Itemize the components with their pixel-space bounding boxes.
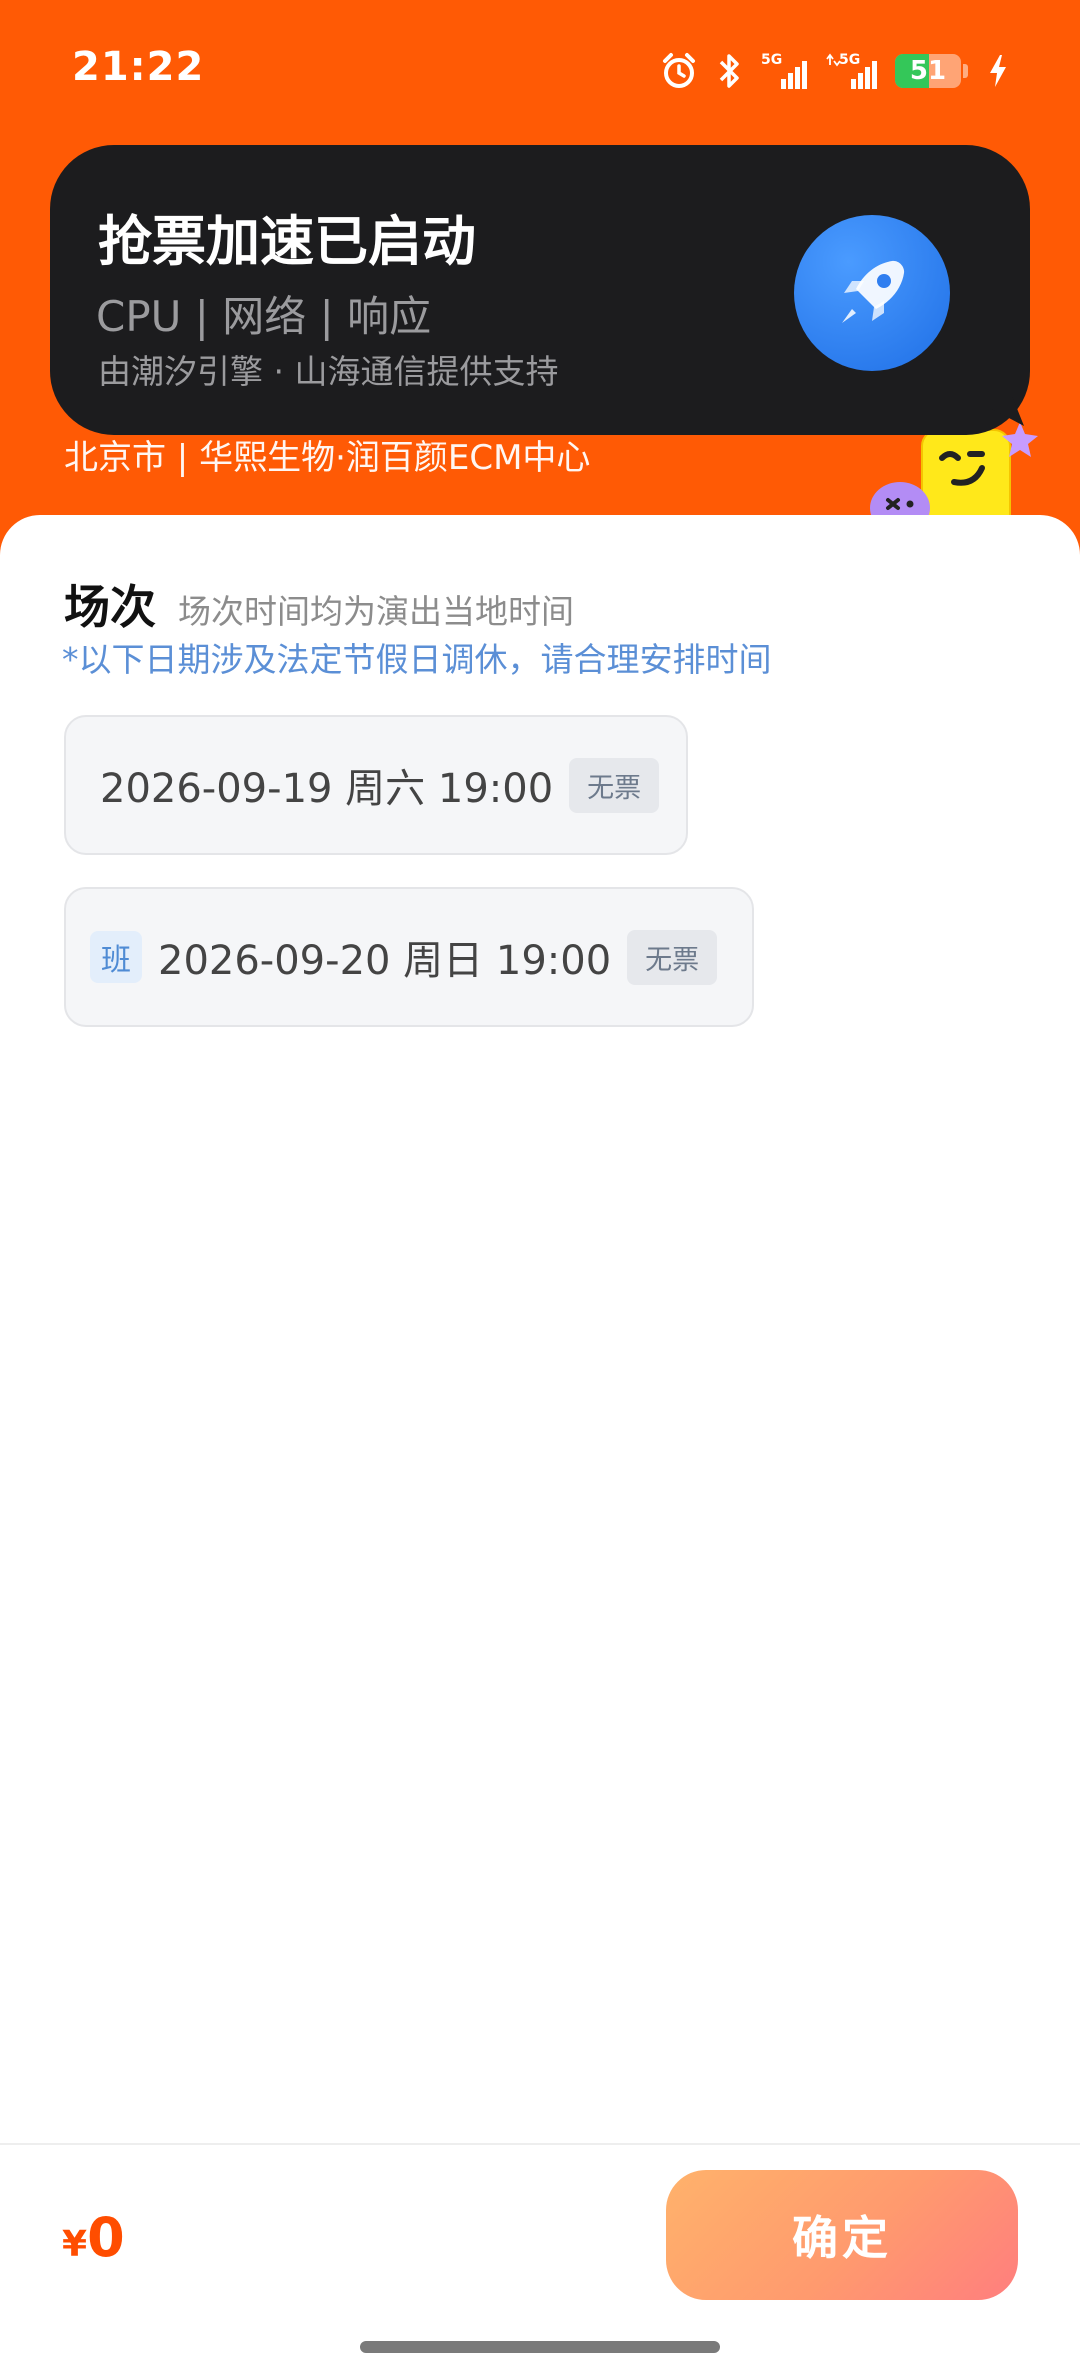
section-title: 场次 (64, 580, 156, 634)
price-amount: 0 (87, 2206, 125, 2269)
signal-5g-icon-2: 5G (825, 51, 877, 91)
svg-text:5G: 5G (839, 52, 860, 68)
sold-out-tag: 无票 (569, 757, 660, 813)
svg-text:5G: 5G (761, 52, 782, 68)
signal-5g-icon-1: 5G (761, 51, 807, 91)
battery-level: 51 (909, 56, 947, 86)
status-bar: 21:22 5G 5G 51 (0, 0, 1080, 140)
status-icons: 5G 5G 51 (659, 48, 1010, 94)
boost-metrics: CPU | 网络 | 响应 (96, 292, 432, 341)
confirm-button[interactable]: 确定 (666, 2170, 1018, 2300)
home-indicator[interactable] (360, 2341, 720, 2353)
charging-icon (986, 51, 1010, 91)
bluetooth-icon (717, 51, 743, 91)
boost-title: 抢票加速已启动 (98, 210, 476, 273)
session-date: 2026-09-19 周六 19:00 (100, 766, 554, 812)
boost-credit: 由潮汐引擎 · 山海通信提供支持 (98, 352, 559, 391)
holiday-note: *以下日期涉及法定节假日调休，请合理安排时间 (62, 640, 772, 679)
venue-line: 北京市 | 华熙生物·润百颜ECM中心 (64, 438, 591, 478)
rocket-icon (794, 215, 950, 371)
battery-icon: 51 (895, 54, 961, 88)
mascot-illustration (870, 422, 1038, 530)
session-option[interactable]: 2026-09-19 周六 19:00 无票 (64, 715, 688, 855)
session-sheet: 场次 场次时间均为演出当地时间 *以下日期涉及法定节假日调休，请合理安排时间 2… (0, 515, 1080, 2373)
bottom-divider (0, 2143, 1080, 2145)
alarm-icon (659, 51, 699, 91)
session-option[interactable]: 班 2026-09-20 周日 19:00 无票 (64, 887, 754, 1027)
price-currency: ¥ (62, 2224, 88, 2265)
boost-notification[interactable]: 抢票加速已启动 CPU | 网络 | 响应 由潮汐引擎 · 山海通信提供支持 (50, 145, 1030, 435)
status-time: 21:22 (72, 44, 205, 90)
total-price: ¥0 (62, 2206, 125, 2269)
battery-cap (963, 64, 968, 78)
banner-tail (984, 396, 1024, 426)
section-heading: 场次 场次时间均为演出当地时间 (64, 571, 574, 637)
section-subtitle: 场次时间均为演出当地时间 (178, 592, 574, 631)
workday-badge: 班 (90, 931, 142, 983)
sold-out-tag: 无票 (627, 929, 718, 985)
session-date: 2026-09-20 周日 19:00 (158, 938, 612, 984)
